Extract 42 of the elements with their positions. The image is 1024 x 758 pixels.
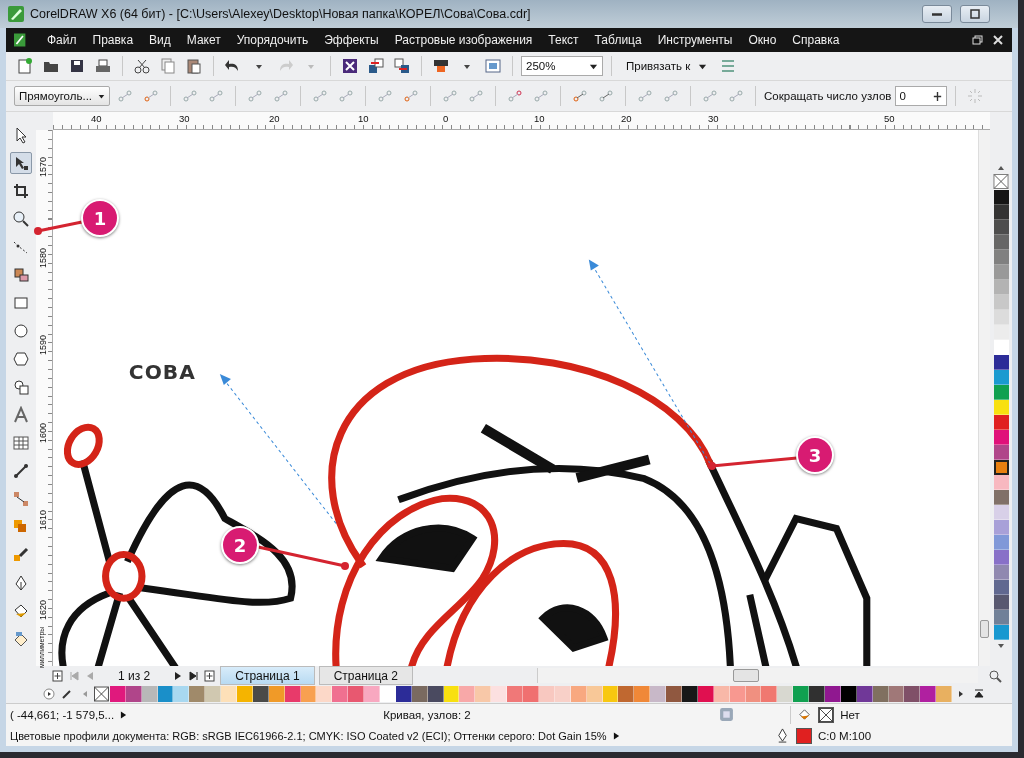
- ruler-label: 20: [269, 113, 280, 124]
- page-tab[interactable]: Страница 2: [318, 666, 414, 685]
- page-counter: 1 из 2: [117, 668, 152, 683]
- menu-item[interactable]: Окно: [740, 33, 785, 47]
- object-info: Кривая, узлов: 2: [383, 708, 472, 721]
- fill-value: Нет: [840, 708, 860, 721]
- menu-item[interactable]: Эффекты: [316, 33, 387, 47]
- ruler-label: 1610: [38, 509, 48, 530]
- page-tab[interactable]: Страница 1: [220, 666, 315, 685]
- menu-item[interactable]: Вид: [141, 33, 179, 47]
- ruler-label: 1590: [38, 334, 48, 355]
- ruler-label: 1600: [38, 422, 48, 443]
- reduce-nodes-field[interactable]: 0: [895, 86, 948, 106]
- menu-item[interactable]: Растровые изображения: [386, 33, 541, 47]
- outline-value: C:0 M:100: [818, 729, 873, 742]
- ruler-label: 30: [179, 113, 190, 124]
- color-profiles-info: Цветовые профили документа: RGB: sRGB IEC61966-2.1; CMYK: ISO Coated v2 (ECI); Оттенки серого: Dot Gain 15%: [10, 729, 607, 742]
- object-type-dropdown[interactable]: Прямоуголь...: [14, 86, 110, 106]
- ruler-label: 10: [358, 113, 369, 124]
- menu-item[interactable]: Макет: [178, 33, 229, 47]
- menu-item[interactable]: Правка: [84, 33, 142, 47]
- ruler-label: 40: [91, 113, 102, 124]
- zoom-dropdown[interactable]: 250%: [521, 56, 603, 76]
- ruler-label: 1570: [38, 156, 48, 177]
- window-title: CorelDRAW X6 (64 бит) - [C:\Users\Alexey\Desktop\Новая папка\КОРЕЛ\Сова\Сова.cdr]: [30, 7, 531, 21]
- ruler-label: 1620: [38, 599, 48, 620]
- canvas-text: СОВА: [128, 360, 196, 385]
- menu-item[interactable]: Упорядочить: [228, 33, 317, 47]
- cursor-coordinates: ( -44,661; -1 579,5...: [10, 708, 115, 721]
- ruler-label: 20: [621, 113, 632, 124]
- ruler-label: 1580: [38, 247, 48, 268]
- menu-item[interactable]: Текст: [540, 33, 587, 47]
- menu-item[interactable]: Таблица: [586, 33, 650, 47]
- reduce-nodes-label: Сокращать число узлов: [764, 90, 892, 102]
- ruler-label: 50: [884, 113, 895, 124]
- snap-dropdown[interactable]: Привязать к: [620, 60, 714, 72]
- ruler-label: 0: [443, 113, 449, 124]
- menu-item[interactable]: Справка: [784, 33, 848, 47]
- ruler-label: 10: [534, 113, 545, 124]
- menu-item[interactable]: Файл: [39, 33, 85, 47]
- ruler-label: 30: [708, 113, 719, 124]
- menu-item[interactable]: Инструменты: [649, 33, 741, 47]
